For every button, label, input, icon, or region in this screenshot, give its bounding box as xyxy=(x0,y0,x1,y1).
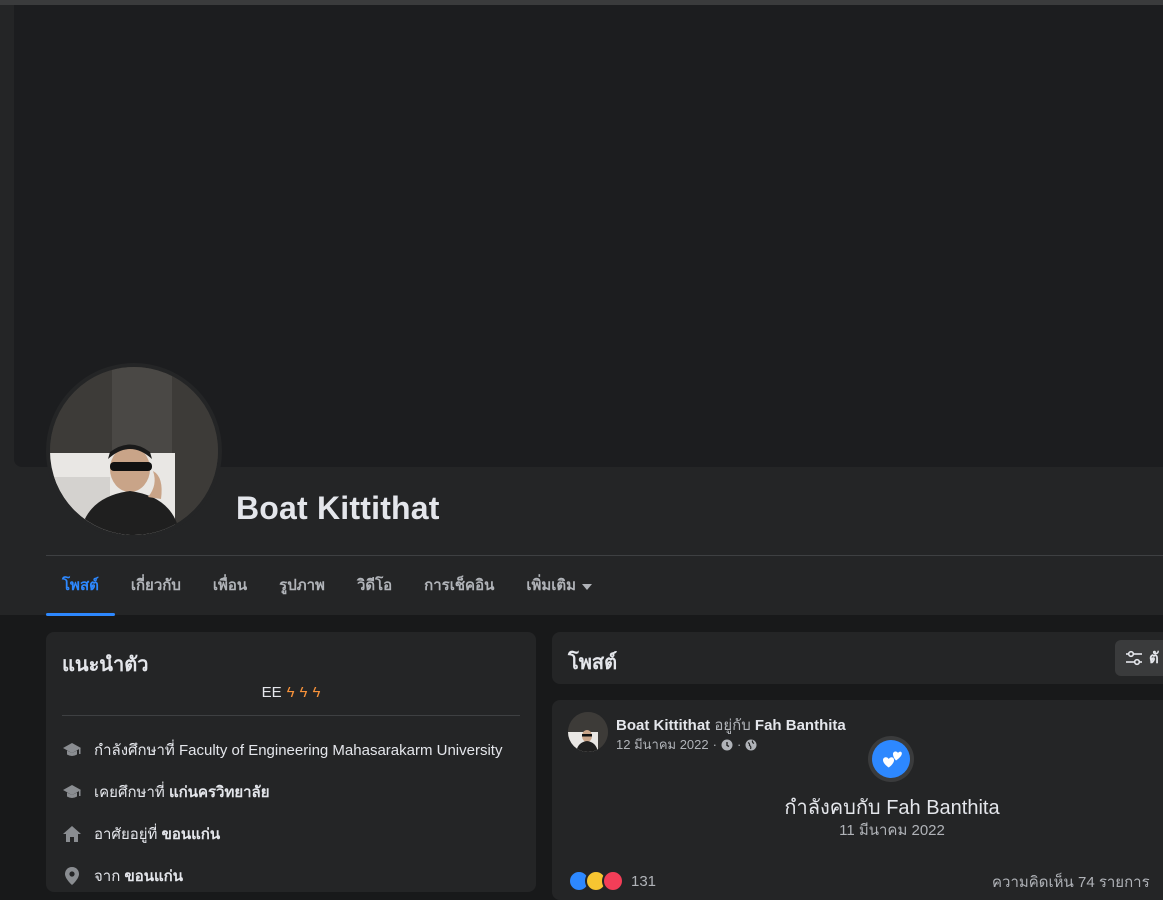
info-value[interactable]: ขอนแก่น xyxy=(162,822,221,846)
filter-icon xyxy=(1126,650,1142,666)
globe-icon[interactable] xyxy=(745,739,757,751)
profile-tabs: โพสต์ เกี่ยวกับ เพื่อน รูปภาพ วิดีโอ การ… xyxy=(46,556,608,616)
profile-avatar[interactable] xyxy=(46,363,222,539)
reactions[interactable]: 131 xyxy=(568,870,656,892)
graduation-cap-icon xyxy=(62,740,82,760)
tab-label: วิดีโอ xyxy=(356,577,393,594)
post-date[interactable]: 12 มีนาคม 2022 xyxy=(616,734,709,755)
love-reaction-icon xyxy=(602,870,624,892)
info-prefix: อาศัยอยู่ที่ xyxy=(94,826,158,843)
hearts-icon xyxy=(872,740,910,778)
tab-posts[interactable]: โพสต์ xyxy=(46,556,115,616)
tab-friends[interactable]: เพื่อน xyxy=(197,556,263,616)
relationship-event-icon xyxy=(868,736,914,782)
tab-photos[interactable]: รูปภาพ xyxy=(263,556,341,616)
info-value[interactable]: ขอนแก่น xyxy=(124,864,183,888)
tab-label: การเช็คอิน xyxy=(424,577,495,594)
avatar-image xyxy=(50,367,218,535)
caret-down-icon xyxy=(582,584,593,590)
intro-card: แนะนำตัว EE ϟ ϟ ϟ กำลังศึกษาที่ Faculty of … xyxy=(46,632,536,892)
clock-icon xyxy=(721,739,733,750)
post-card: Boat Kittithat อยู่กับ Fah Banthita 12 ม… xyxy=(552,700,1163,900)
tab-label: เพื่อน xyxy=(212,577,248,594)
info-prefix: จาก xyxy=(94,868,121,885)
info-row-past-education: เคยศึกษาที่ แก่นครวิทยาลัย xyxy=(62,780,270,804)
tab-label: เกี่ยวกับ xyxy=(130,577,181,594)
meta-separator: · xyxy=(736,737,742,752)
info-prefix: กำลังศึกษาที่ xyxy=(94,742,175,759)
tab-videos[interactable]: วิดีโอ xyxy=(341,556,408,616)
info-row-education: กำลังศึกษาที่ Faculty of Engineering Mah… xyxy=(62,738,502,762)
home-icon xyxy=(62,824,82,844)
info-row-from: จาก ขอนแก่น xyxy=(62,864,183,888)
tab-checkins[interactable]: การเช็คอิน xyxy=(408,556,510,616)
location-pin-icon xyxy=(62,866,82,886)
post-tagged-name[interactable]: Fah Banthita xyxy=(755,717,846,734)
graduation-cap-icon xyxy=(62,782,82,802)
bio-text: EE xyxy=(261,684,282,701)
posts-title: โพสต์ xyxy=(568,652,618,674)
info-prefix: เคยศึกษาที่ xyxy=(94,784,165,801)
lightning-icon: ϟ xyxy=(286,684,295,701)
left-strip xyxy=(0,5,14,615)
avatar-image xyxy=(568,712,608,752)
filter-label: ตั xyxy=(1149,650,1159,667)
intro-title: แนะนำตัว xyxy=(62,654,149,676)
tab-about[interactable]: เกี่ยวกับ xyxy=(115,556,197,616)
lightning-icon: ϟ xyxy=(312,684,321,701)
meta-separator: · xyxy=(712,737,717,752)
posts-header-card: โพสต์ ตั xyxy=(552,632,1163,684)
profile-name: Boat Kittithat xyxy=(236,490,440,526)
post-meta: 12 มีนาคม 2022 · · xyxy=(616,734,757,755)
bio: EE ϟ ϟ ϟ xyxy=(46,684,536,701)
tab-label: โพสต์ xyxy=(62,577,99,594)
info-value[interactable]: แก่นครวิทยาลัย xyxy=(169,780,270,804)
filter-button[interactable]: ตั xyxy=(1115,640,1163,676)
tab-label: รูปภาพ xyxy=(279,577,325,594)
tab-more[interactable]: เพิ่มเติม xyxy=(510,556,608,616)
lightning-icon: ϟ xyxy=(299,684,308,701)
post-author-name[interactable]: Boat Kittithat xyxy=(616,717,710,734)
comment-count[interactable]: ความคิดเห็น 74 รายการ xyxy=(992,870,1150,894)
post-with-text: อยู่กับ xyxy=(714,717,751,734)
info-row-lives-in: อาศัยอยู่ที่ ขอนแก่น xyxy=(62,822,220,846)
event-date: 11 มีนาคม 2022 xyxy=(839,822,945,839)
reaction-count: 131 xyxy=(631,872,657,890)
info-value[interactable]: Faculty of Engineering Mahasarakarm Univ… xyxy=(179,742,502,759)
tab-label: เพิ่มเติม xyxy=(526,577,577,594)
post-author-avatar[interactable] xyxy=(568,712,608,752)
intro-divider xyxy=(62,715,520,716)
